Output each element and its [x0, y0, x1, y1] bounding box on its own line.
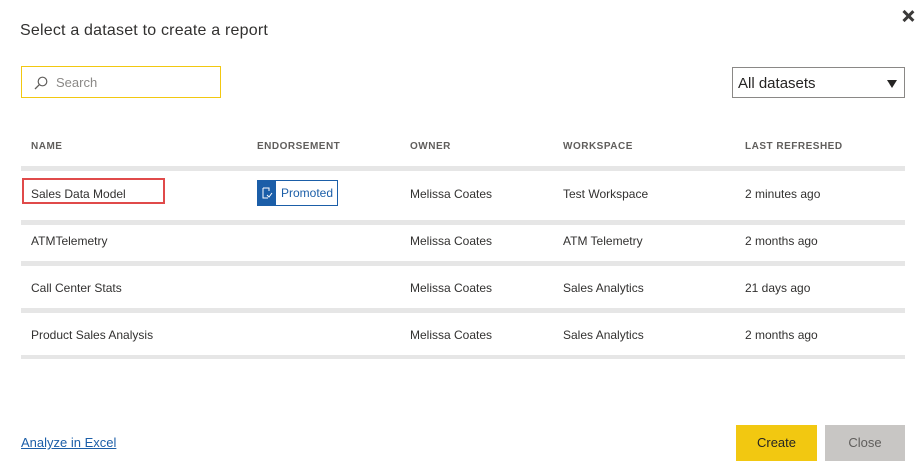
workspace-cell: ATM Telemetry: [563, 234, 643, 248]
endorsement-label: Promoted: [281, 186, 334, 200]
dialog-title: Select a dataset to create a report: [20, 22, 269, 39]
owner-cell: Melissa Coates: [410, 187, 493, 201]
table-row[interactable]: Product Sales Analysis Melissa Coates Sa…: [21, 313, 905, 355]
last-refreshed-cell: 2 minutes ago: [745, 187, 821, 201]
close-button[interactable]: Close: [825, 425, 905, 461]
endorsement-badge: Promoted: [257, 180, 338, 206]
chevron-down-icon: [887, 80, 897, 88]
owner-cell: Melissa Coates: [410, 281, 493, 295]
search-input[interactable]: [56, 67, 216, 97]
last-refreshed-cell: 21 days ago: [745, 281, 811, 295]
last-refreshed-cell: 2 months ago: [745, 328, 818, 342]
column-header-name[interactable]: NAME: [31, 141, 62, 152]
table-header: NAME ENDORSEMENT OWNER WORKSPACE LAST RE…: [21, 128, 905, 166]
column-header-endorsement[interactable]: ENDORSEMENT: [257, 141, 340, 152]
workspace-cell: Sales Analytics: [563, 281, 644, 295]
table-row[interactable]: Call Center Stats Melissa Coates Sales A…: [21, 266, 905, 308]
owner-cell: Melissa Coates: [410, 234, 493, 248]
owner-cell: Melissa Coates: [410, 328, 493, 342]
table-row[interactable]: Sales Data Model Promoted Melissa Coates…: [21, 175, 905, 217]
create-button[interactable]: Create: [736, 425, 817, 461]
column-header-owner[interactable]: OWNER: [410, 141, 451, 152]
row-divider: [21, 355, 905, 359]
workspace-cell: Test Workspace: [563, 187, 649, 201]
search-icon: [34, 76, 48, 90]
dataset-filter-value: All datasets: [738, 75, 816, 92]
create-report-dialog: Select a dataset to create a report All …: [0, 0, 924, 471]
close-icon[interactable]: [898, 6, 918, 26]
last-refreshed-cell: 2 months ago: [745, 234, 818, 248]
dataset-name: Call Center Stats: [31, 281, 122, 295]
dataset-name: Sales Data Model: [31, 187, 126, 201]
search-box[interactable]: [21, 66, 221, 98]
row-divider: [21, 166, 905, 171]
column-header-last-refreshed[interactable]: LAST REFRESHED: [745, 141, 843, 152]
dataset-filter-dropdown[interactable]: All datasets: [732, 67, 905, 98]
column-header-workspace[interactable]: WORKSPACE: [563, 141, 633, 152]
promoted-icon: [258, 181, 276, 205]
dataset-name: Product Sales Analysis: [31, 328, 154, 342]
analyze-in-excel-link[interactable]: Analyze in Excel: [21, 435, 116, 450]
dataset-name: ATMTelemetry: [31, 234, 108, 248]
workspace-cell: Sales Analytics: [563, 328, 644, 342]
